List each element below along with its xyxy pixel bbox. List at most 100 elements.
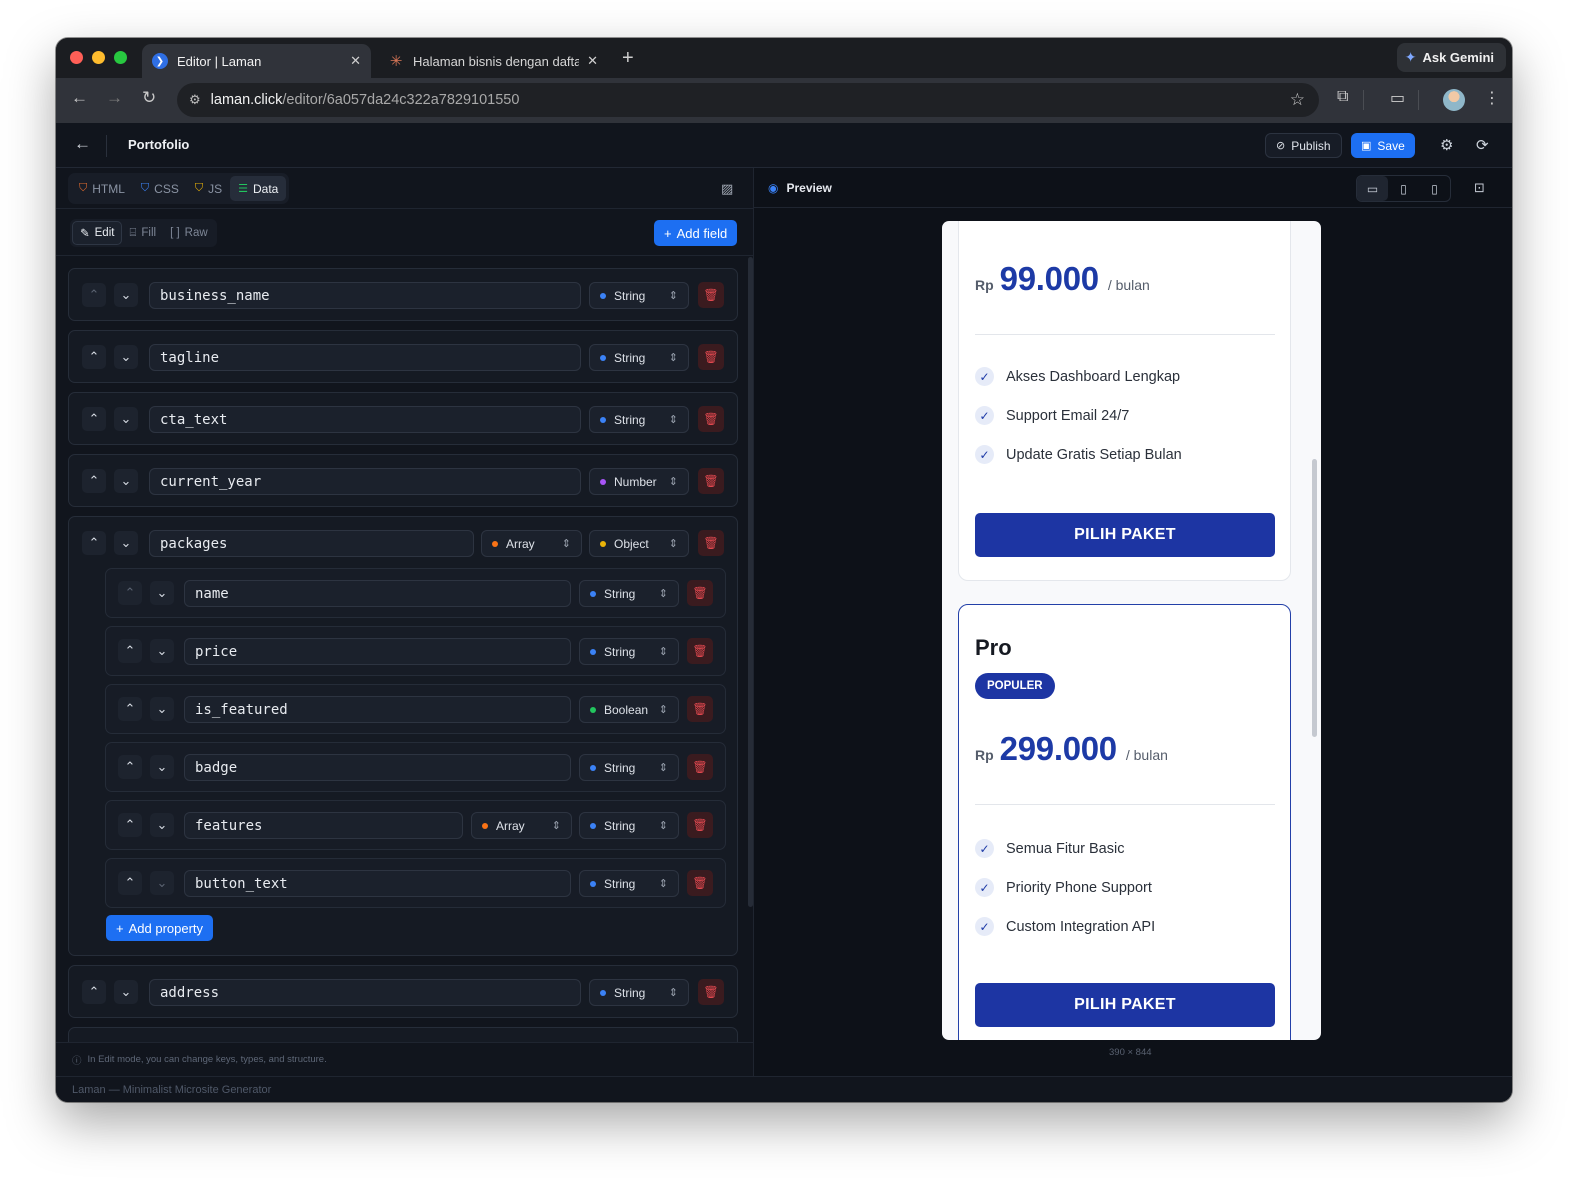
move-down-icon[interactable]: ⌄ — [150, 813, 174, 837]
field-key-input[interactable]: business_name — [149, 282, 581, 309]
site-settings-icon[interactable]: ⚙ — [189, 92, 201, 108]
delete-icon[interactable]: 🗑 — [687, 870, 713, 896]
field-key-input[interactable]: name — [184, 580, 571, 607]
type-select[interactable]: String ⇕ — [579, 638, 679, 665]
move-down-icon[interactable]: ⌄ — [114, 980, 138, 1004]
close-tab-icon[interactable]: ✕ — [587, 53, 598, 69]
settings-gear-icon[interactable]: ⚙ — [1440, 136, 1453, 154]
desktop-icon[interactable]: ▭ — [1357, 176, 1388, 201]
mode-fill[interactable]: ⌸ Fill — [122, 221, 163, 245]
image-icon[interactable]: ▨ — [721, 181, 733, 197]
move-down-icon[interactable]: ⌄ — [150, 639, 174, 663]
editor-scrollbar[interactable] — [748, 257, 753, 907]
type-select[interactable]: String ⇕ — [579, 754, 679, 781]
publish-button[interactable]: ⊘ Publish — [1265, 133, 1342, 158]
save-button[interactable]: ▣ Save — [1351, 133, 1415, 158]
container-select[interactable]: Array ⇕ — [481, 530, 582, 557]
move-down-icon[interactable]: ⌄ — [114, 345, 138, 369]
move-down-icon[interactable]: ⌄ — [114, 283, 138, 307]
container-select[interactable]: Array ⇕ — [471, 812, 572, 839]
more-menu-icon[interactable]: ⋮ — [1484, 88, 1500, 108]
move-up-icon[interactable]: ⌃ — [118, 755, 142, 779]
move-up-icon[interactable]: ⌃ — [118, 871, 142, 895]
delete-icon[interactable]: 🗑 — [698, 530, 724, 556]
field-key-input[interactable]: tagline — [149, 344, 581, 371]
tab-html[interactable]: ⛉ HTML — [71, 176, 133, 201]
field-key-input[interactable]: packages — [149, 530, 474, 557]
move-up-icon[interactable]: ⌃ — [82, 283, 106, 307]
tab-css[interactable]: ⛉ CSS — [133, 176, 187, 201]
delete-icon[interactable]: 🗑 — [687, 638, 713, 664]
move-up-icon[interactable]: ⌃ — [82, 407, 106, 431]
back-arrow-icon[interactable]: ← — [74, 134, 91, 154]
delete-icon[interactable]: 🗑 — [687, 754, 713, 780]
close-window-button[interactable] — [70, 51, 83, 64]
delete-icon[interactable]: 🗑 — [698, 406, 724, 432]
type-select[interactable]: Number ⇕ — [589, 468, 689, 495]
field-key-input[interactable]: is_featured — [184, 696, 571, 723]
delete-icon[interactable]: 🗑 — [687, 580, 713, 606]
field-key-input[interactable]: price — [184, 638, 571, 665]
new-tab-button[interactable]: + — [622, 47, 634, 70]
move-up-icon[interactable]: ⌃ — [82, 469, 106, 493]
minimize-window-button[interactable] — [92, 51, 105, 64]
delete-icon[interactable]: 🗑 — [698, 282, 724, 308]
forward-arrow-icon[interactable]: → — [106, 88, 123, 108]
field-key-input[interactable]: button_text — [184, 870, 571, 897]
preview-scrollbar[interactable] — [1312, 459, 1317, 737]
ask-gemini-button[interactable]: ✦ Ask Gemini — [1396, 43, 1506, 72]
browser-tab-chat[interactable]: ✳ Halaman bisnis dengan daftar ✕ — [378, 44, 608, 78]
type-select[interactable]: Boolean ⇕ — [579, 696, 679, 723]
move-down-icon[interactable]: ⌄ — [114, 531, 138, 555]
type-select[interactable]: String ⇕ — [589, 406, 689, 433]
delete-icon[interactable]: 🗑 — [698, 468, 724, 494]
move-down-icon[interactable]: ⌄ — [150, 755, 174, 779]
move-up-icon[interactable]: ⌃ — [118, 639, 142, 663]
field-key-input[interactable]: badge — [184, 754, 571, 781]
mobile-icon[interactable]: ▯ — [1419, 176, 1450, 201]
tab-search-icon[interactable]: ▭ — [1390, 88, 1405, 108]
mode-edit[interactable]: ✎ Edit — [72, 221, 123, 245]
type-select[interactable]: String ⇕ — [589, 282, 689, 309]
choose-plan-button[interactable]: PILIH PAKET — [975, 513, 1275, 557]
move-up-icon[interactable]: ⌃ — [82, 531, 106, 555]
move-up-icon[interactable]: ⌃ — [118, 813, 142, 837]
extensions-icon[interactable]: ⧉ — [1337, 88, 1348, 106]
move-up-icon[interactable]: ⌃ — [118, 581, 142, 605]
move-down-icon[interactable]: ⌄ — [114, 469, 138, 493]
move-down-icon[interactable]: ⌄ — [150, 871, 174, 895]
field-key-input[interactable]: features — [184, 812, 463, 839]
refresh-icon[interactable]: ⟳ — [1476, 136, 1489, 154]
address-bar[interactable]: ⚙ laman.click/editor/6a057da24c322a78291… — [177, 83, 1319, 117]
tab-js[interactable]: ⛉ JS — [187, 176, 230, 201]
type-select[interactable]: String ⇕ — [589, 344, 689, 371]
move-up-icon[interactable]: ⌃ — [82, 980, 106, 1004]
type-select[interactable]: String ⇕ — [579, 870, 679, 897]
tablet-icon[interactable]: ▯ — [1388, 176, 1419, 201]
tab-data[interactable]: ☰ Data — [230, 176, 287, 201]
field-key-input[interactable]: current_year — [149, 468, 581, 495]
delete-icon[interactable]: 🗑 — [698, 979, 724, 1005]
move-down-icon[interactable]: ⌄ — [114, 407, 138, 431]
close-tab-icon[interactable]: ✕ — [350, 53, 361, 69]
type-select[interactable]: Object ⇕ — [589, 530, 689, 557]
move-up-icon[interactable]: ⌃ — [82, 345, 106, 369]
back-arrow-icon[interactable]: ← — [71, 88, 88, 108]
add-property-button[interactable]: + Add property — [106, 915, 214, 941]
profile-avatar[interactable] — [1443, 89, 1465, 111]
delete-icon[interactable]: 🗑 — [698, 344, 724, 370]
type-select[interactable]: String ⇕ — [579, 812, 679, 839]
field-key-input[interactable]: cta_text — [149, 406, 581, 433]
browser-tab-editor[interactable]: ❯ Editor | Laman ✕ — [142, 44, 371, 78]
reload-icon[interactable]: ↻ — [142, 88, 156, 108]
maximize-window-button[interactable] — [114, 51, 127, 64]
move-down-icon[interactable]: ⌄ — [150, 697, 174, 721]
choose-plan-button[interactable]: PILIH PAKET — [975, 983, 1275, 1027]
delete-icon[interactable]: 🗑 — [687, 696, 713, 722]
delete-icon[interactable]: 🗑 — [687, 812, 713, 838]
move-up-icon[interactable]: ⌃ — [118, 697, 142, 721]
mode-raw[interactable]: [ ] Raw — [163, 221, 215, 245]
field-key-input[interactable]: address — [149, 979, 581, 1006]
bookmark-star-icon[interactable]: ☆ — [1290, 90, 1305, 110]
move-down-icon[interactable]: ⌄ — [150, 581, 174, 605]
